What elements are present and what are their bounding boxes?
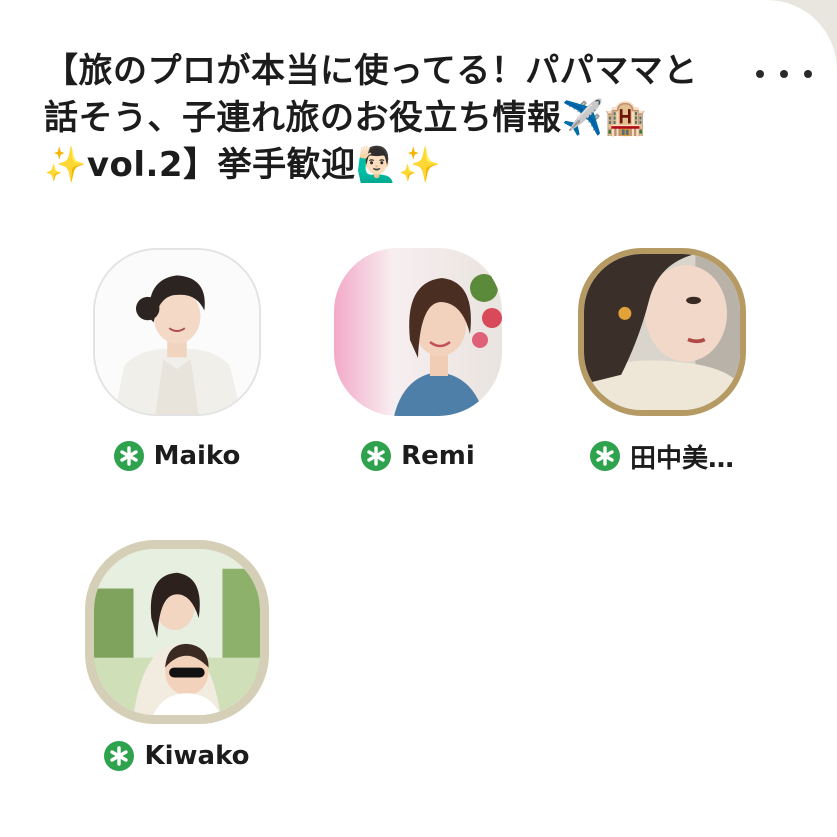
portrait-woman-closeup-icon (584, 254, 740, 410)
more-dot-icon (804, 70, 812, 78)
portrait-woman-white-jacket-icon (95, 250, 259, 414)
portrait-woman-with-child-icon (94, 549, 260, 715)
speaker-name: Remi (401, 441, 475, 471)
speaker-name: 田中美… (629, 443, 734, 474)
avatar (85, 540, 269, 724)
room-sheet: 【旅のプロが本当に使ってる！パパママと話そう、子連れ旅のお役立ち情報✈️🏨✨vo… (0, 0, 837, 837)
speaker-tile-tanaka[interactable]: 田中美… (562, 248, 762, 474)
moderator-star-icon (113, 441, 144, 471)
more-dot-icon (756, 70, 764, 78)
speaker-tile-maiko[interactable]: Maiko (77, 248, 277, 474)
room-title: 【旅のプロが本当に使ってる！パパママと話そう、子連れ旅のお役立ち情報✈️🏨✨vo… (44, 51, 698, 185)
moderator-star-icon (589, 441, 620, 471)
more-options-button[interactable] (756, 56, 812, 92)
moderator-star-icon (361, 441, 392, 471)
speaker-tile-remi[interactable]: Remi (318, 248, 518, 474)
avatar (334, 248, 502, 416)
avatar (93, 248, 261, 416)
avatar (578, 248, 746, 416)
speaker-name: Kiwako (144, 741, 250, 771)
moderator-star-icon (104, 741, 135, 771)
speaker-tile-kiwako[interactable]: Kiwako (77, 540, 277, 774)
more-dot-icon (780, 70, 788, 78)
portrait-woman-flowers-icon (334, 248, 502, 416)
speaker-name: Maiko (153, 441, 241, 471)
